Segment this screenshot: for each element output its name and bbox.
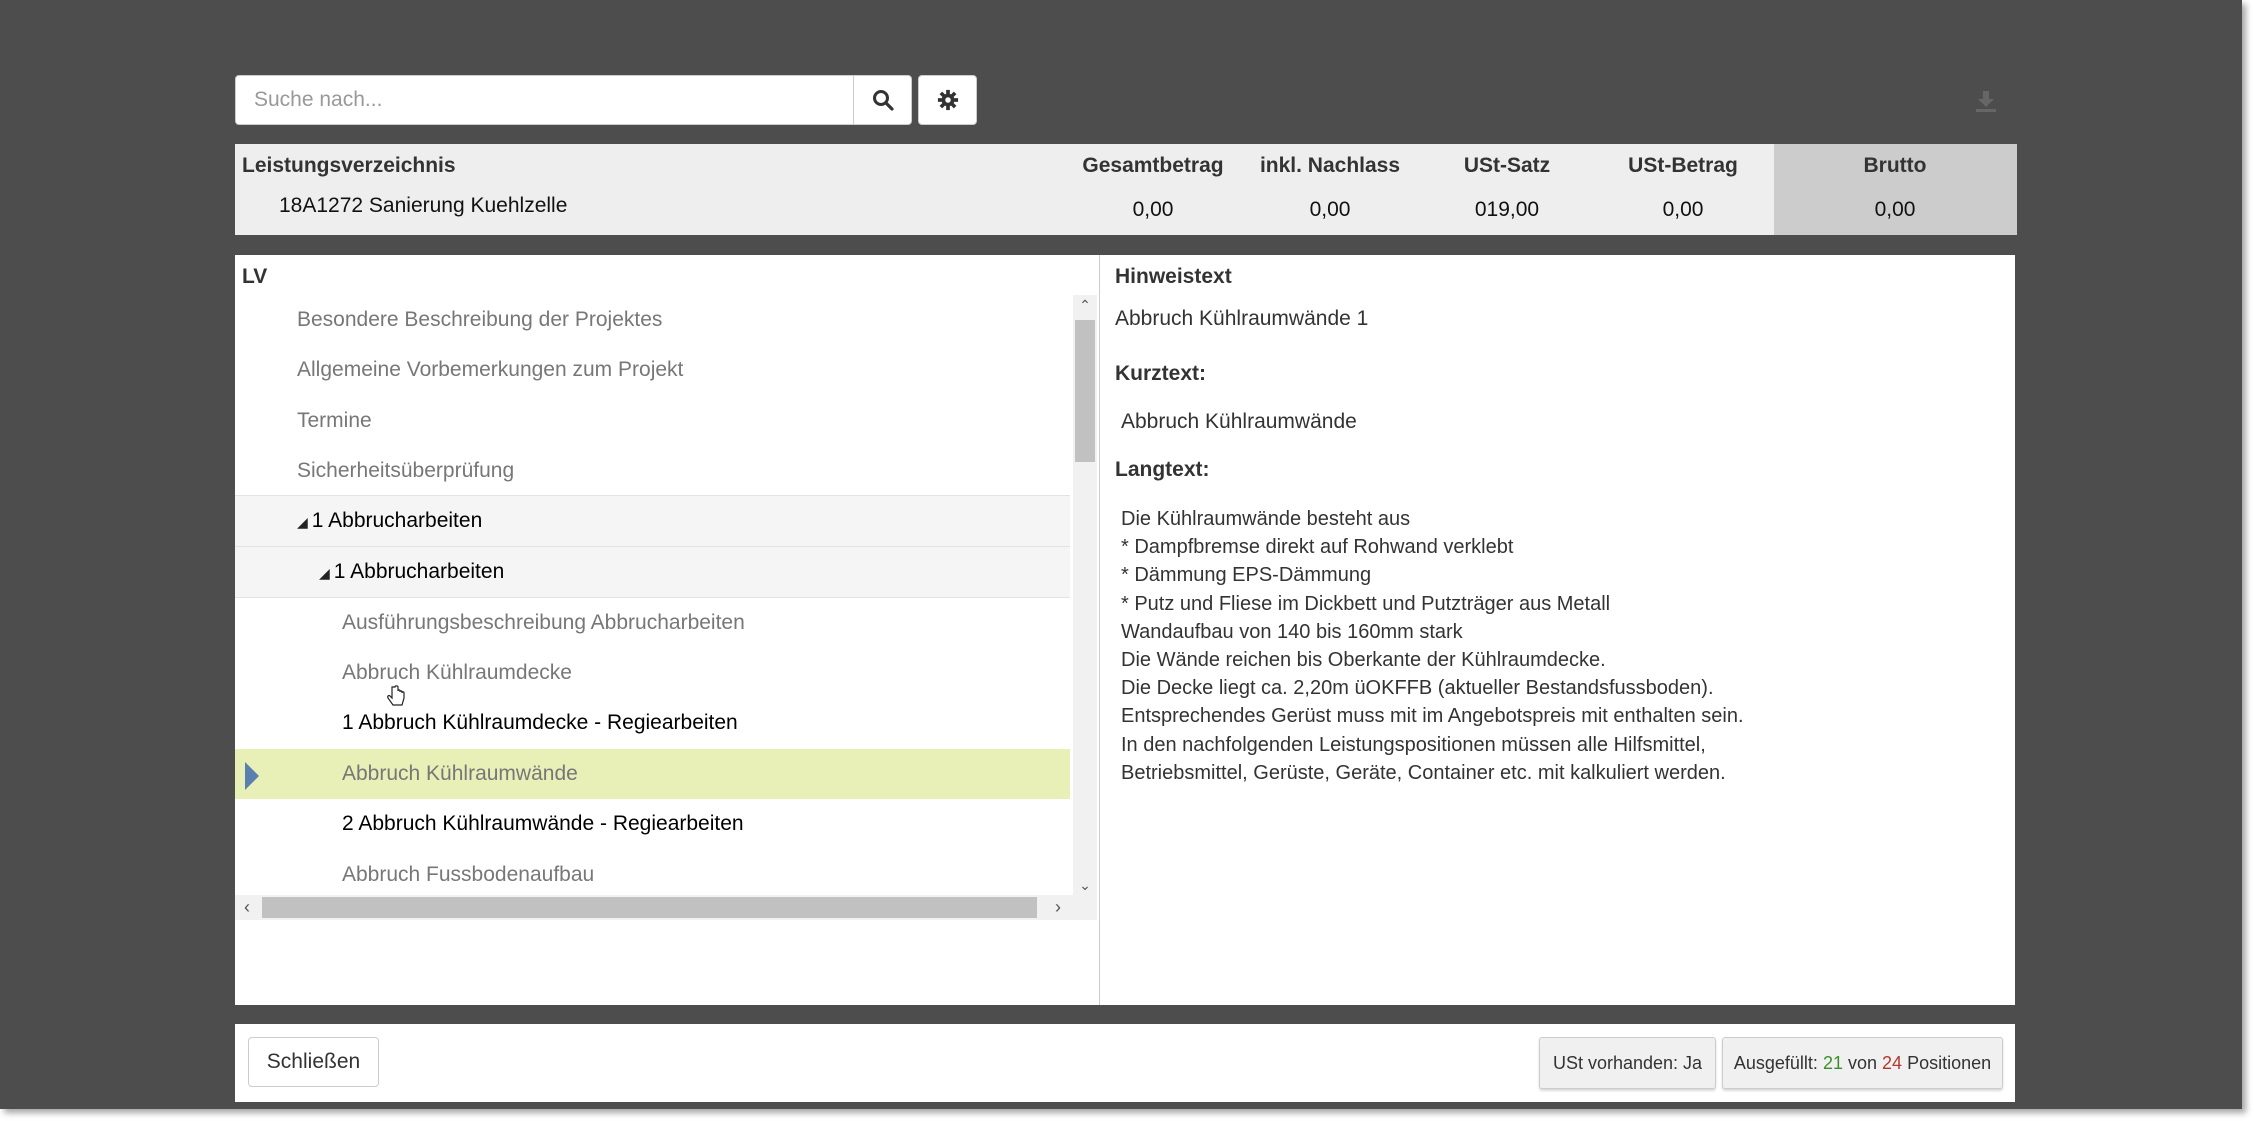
tree-group-label: 1 Abbrucharbeiten — [311, 509, 483, 532]
horizontal-scroll-thumb[interactable] — [262, 897, 1037, 918]
lv-name: 18A1272 Sanierung Kuehlzelle — [279, 194, 568, 217]
filled-suffix: Positionen — [1907, 1052, 1992, 1073]
col-ust-betrag-header: USt-Betrag — [1628, 154, 1738, 177]
tree-item-label: Abbruch Kühlraumwände — [342, 762, 578, 785]
search-button[interactable] — [853, 75, 912, 125]
tree-item-label: Besondere Beschreibung der Projektes — [297, 308, 663, 331]
close-button[interactable]: Schließen — [248, 1037, 379, 1087]
tree-item-label: Allgemeine Vorbemerkungen zum Projekt — [297, 358, 684, 381]
tree-item-selected[interactable]: Abbruch Kühlraumwände — [235, 749, 1070, 799]
filled-positions-badge: Ausgefüllt: 21 von 24 Positionen — [1722, 1037, 2003, 1089]
filled-prefix: Ausgefüllt: — [1733, 1052, 1818, 1073]
search-input[interactable] — [235, 75, 853, 125]
lv-title: LV — [242, 265, 268, 288]
tree-item-label: Abbruch Kühlraumdecke — [342, 661, 572, 684]
lv-pane: LV Besondere Beschreibung der Projektes … — [235, 255, 1100, 1005]
col-brutto-value: 0,00 — [1874, 198, 1916, 221]
col-nachlass-header: inkl. Nachlass — [1259, 154, 1401, 177]
langtext-value: Die Kühlraumwände besteht aus * Dampfbre… — [1121, 508, 1744, 784]
tree-item[interactable]: Abbruch Fussbodenaufbau — [235, 850, 1070, 895]
tree-item[interactable]: Ausführungsbeschreibung Abbrucharbeiten — [235, 598, 1070, 648]
app-window: Leistungsverzeichnis 18A1272 Sanierung K… — [0, 0, 2242, 1109]
settings-button[interactable] — [918, 75, 977, 125]
search-icon — [872, 90, 894, 111]
hinweistext-label: Hinweistext — [1115, 265, 1232, 288]
tree-group-level1[interactable]: ◢ 1 Abbrucharbeiten — [235, 495, 1070, 547]
tree-item[interactable]: Besondere Beschreibung der Projektes — [235, 295, 1070, 345]
col-gesamtbetrag-header: Gesamtbetrag — [1082, 154, 1224, 177]
filled-total: 24 — [1882, 1052, 1903, 1073]
search-bar — [235, 75, 912, 125]
tree-item[interactable]: 1 Abbruch Kühlraumdecke - Regiearbeiten — [235, 698, 1070, 748]
horizontal-scrollbar[interactable]: ‹ › — [235, 895, 1097, 920]
tree-item-label: Ausführungsbeschreibung Abbrucharbeiten — [342, 611, 745, 634]
col-gesamtbetrag-value: 0,00 — [1132, 198, 1174, 221]
main-panel: LV Besondere Beschreibung der Projektes … — [235, 255, 2015, 1005]
tree-item[interactable]: Allgemeine Vorbemerkungen zum Projekt — [235, 345, 1070, 395]
tree-item[interactable]: Abbruch Kühlraumdecke — [235, 648, 1070, 698]
scroll-down-icon[interactable]: ⌄ — [1073, 875, 1097, 895]
tree-item-label: Sicherheitsüberprüfung — [297, 459, 515, 482]
filled-count: 21 — [1822, 1052, 1843, 1073]
hand-cursor-icon — [387, 685, 405, 706]
gear-icon — [937, 89, 958, 111]
tree-item[interactable]: Termine — [235, 396, 1070, 446]
col-brutto-header: Brutto — [1863, 154, 1927, 177]
detail-pane: Hinweistext Abbruch Kühlraumwände 1 Kurz… — [1115, 255, 2015, 1005]
kurztext-value: Abbruch Kühlraumwände — [1121, 410, 1357, 433]
col-ust-satz-value: 019,00 — [1474, 198, 1540, 221]
filled-mid: von — [1847, 1052, 1878, 1073]
col-nachlass-value: 0,00 — [1309, 198, 1351, 221]
scroll-right-icon[interactable]: › — [1046, 895, 1070, 920]
expand-triangle-icon[interactable]: ◢ — [319, 565, 330, 581]
tree-item-label: 2 Abbruch Kühlraumwände - Regiearbeiten — [342, 812, 744, 835]
vertical-scroll-thumb[interactable] — [1075, 320, 1095, 462]
tree-item[interactable]: Sicherheitsüberprüfung — [235, 446, 1070, 496]
scroll-left-icon[interactable]: ‹ — [235, 895, 259, 920]
tree-item[interactable]: 2 Abbruch Kühlraumwände - Regiearbeiten — [235, 799, 1070, 849]
vertical-scrollbar[interactable]: ⌃ ⌄ — [1073, 295, 1097, 895]
selection-marker-icon — [245, 762, 259, 790]
scroll-up-icon[interactable]: ⌃ — [1073, 295, 1097, 315]
summary-header: Leistungsverzeichnis 18A1272 Sanierung K… — [235, 144, 2017, 235]
tree-group-level2[interactable]: ◢ 1 Abbrucharbeiten — [235, 546, 1070, 598]
footer-bar: Schließen USt vorhanden: Ja Ausgefüllt: … — [235, 1024, 2015, 1102]
col-ust-satz-header: USt-Satz — [1463, 154, 1551, 177]
langtext-label: Langtext: — [1115, 458, 1210, 481]
hinweistext-value: Abbruch Kühlraumwände 1 — [1115, 307, 1369, 330]
kurztext-label: Kurztext: — [1115, 362, 1207, 385]
col-ust-betrag-value: 0,00 — [1662, 198, 1704, 221]
tree-item-label: Termine — [297, 409, 372, 432]
ust-status-badge: USt vorhanden: Ja — [1539, 1037, 1716, 1089]
download-button[interactable] — [1968, 83, 2004, 119]
expand-triangle-icon[interactable]: ◢ — [297, 514, 308, 530]
tree-item-label: Abbruch Fussbodenaufbau — [342, 863, 595, 886]
lv-tree: Besondere Beschreibung der Projektes All… — [235, 295, 1070, 895]
tree-group-label: 1 Abbrucharbeiten — [333, 560, 505, 583]
lv-header-label: Leistungsverzeichnis — [242, 154, 456, 177]
download-icon — [1976, 91, 1996, 112]
